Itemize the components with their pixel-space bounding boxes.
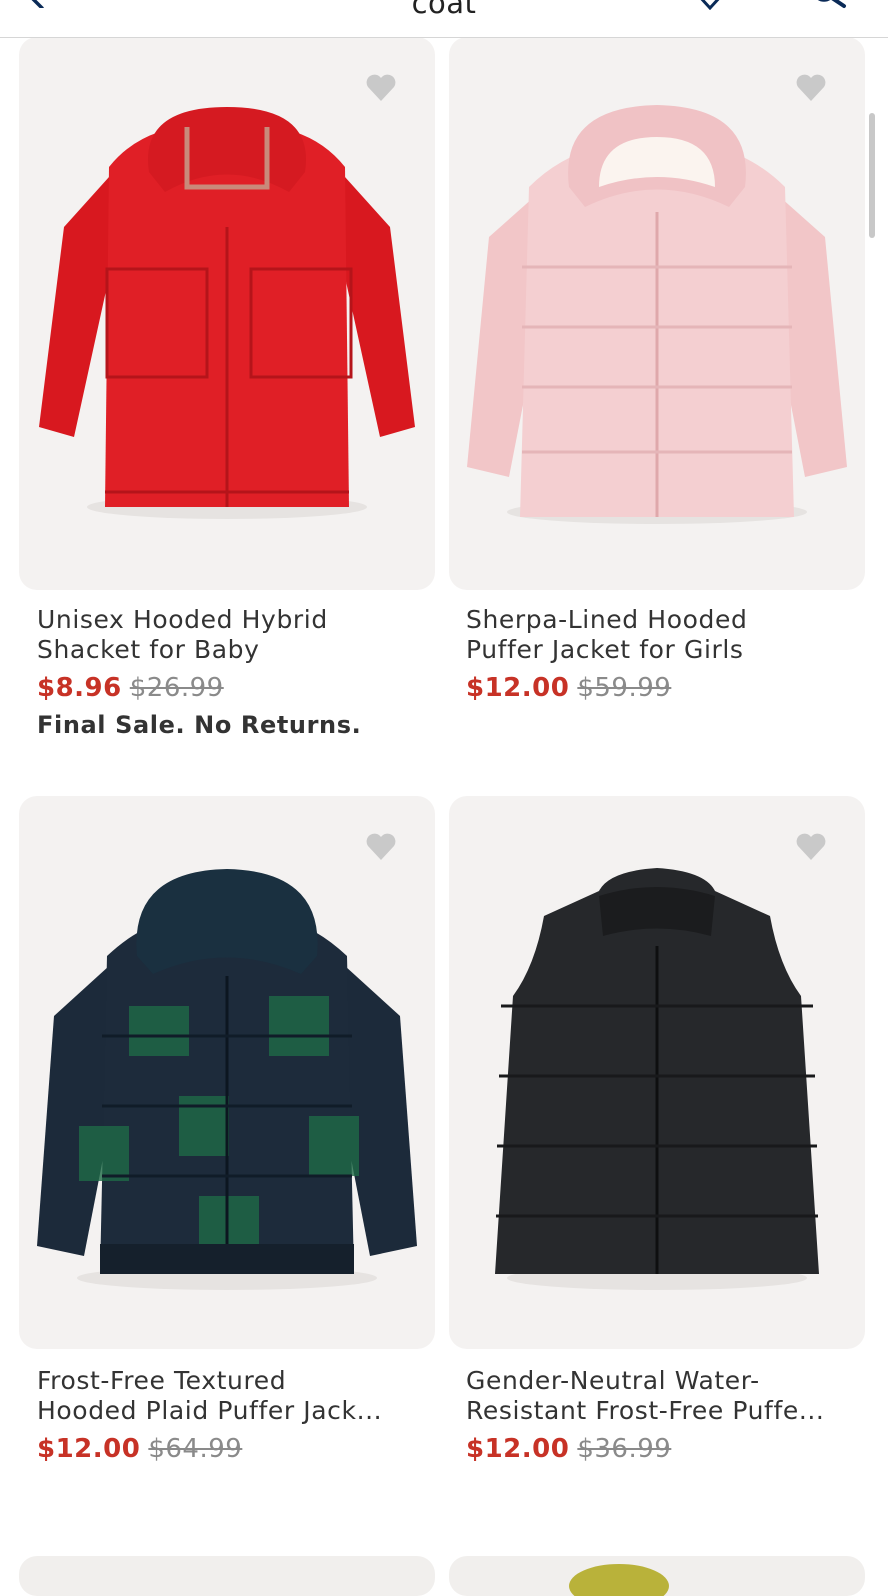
sale-price: $12.00 [37, 1434, 141, 1464]
product-card[interactable] [19, 796, 435, 1349]
product-card[interactable] [19, 37, 435, 590]
search-icon[interactable] [810, 0, 850, 10]
product-info: Frost-Free Textured Hooded Plaid Puffer … [37, 1366, 437, 1466]
original-price: $26.99 [129, 673, 224, 703]
product-info: Sherpa-Lined Hooded Puffer Jacket for Gi… [466, 605, 866, 705]
product-name[interactable]: Gender-Neutral Water- Resistant Frost-Fr… [466, 1366, 866, 1426]
product-info: Unisex Hooded Hybrid Shacket for Baby $8… [37, 605, 437, 739]
sale-price: $12.00 [466, 1434, 570, 1464]
product-card[interactable] [19, 1556, 435, 1596]
final-sale-note: Final Sale. No Returns. [37, 711, 362, 739]
product-image [569, 1564, 669, 1596]
product-image[interactable] [19, 796, 435, 1349]
product-image[interactable] [449, 37, 865, 590]
product-info: Gender-Neutral Water- Resistant Frost-Fr… [466, 1366, 866, 1466]
heart-icon[interactable] [365, 73, 397, 103]
product-name[interactable]: Unisex Hooded Hybrid Shacket for Baby [37, 605, 437, 665]
heart-icon[interactable] [795, 832, 827, 862]
scrollbar[interactable] [869, 113, 875, 238]
heart-outline-icon[interactable] [696, 0, 724, 10]
product-card[interactable] [449, 37, 865, 590]
sale-price: $8.96 [37, 673, 122, 703]
product-image[interactable] [449, 796, 865, 1349]
product-name[interactable]: Frost-Free Textured Hooded Plaid Puffer … [37, 1366, 437, 1426]
heart-icon[interactable] [365, 832, 397, 862]
sale-price: $12.00 [466, 673, 570, 703]
top-bar: coat [0, 0, 888, 38]
price-row: $12.00 $64.99 [37, 1432, 437, 1466]
price-row: $8.96 $26.99 [37, 671, 437, 705]
price-row: $12.00 $59.99 [466, 671, 866, 705]
original-price: $59.99 [577, 673, 672, 703]
price-row: $12.00 $36.99 [466, 1432, 866, 1466]
product-card[interactable] [449, 1556, 865, 1596]
product-image[interactable] [19, 37, 435, 590]
heart-icon[interactable] [795, 73, 827, 103]
original-price: $36.99 [577, 1434, 672, 1464]
product-card[interactable] [449, 796, 865, 1349]
original-price: $64.99 [148, 1434, 243, 1464]
page-title: coat [411, 0, 477, 20]
product-name[interactable]: Sherpa-Lined Hooded Puffer Jacket for Gi… [466, 605, 866, 665]
